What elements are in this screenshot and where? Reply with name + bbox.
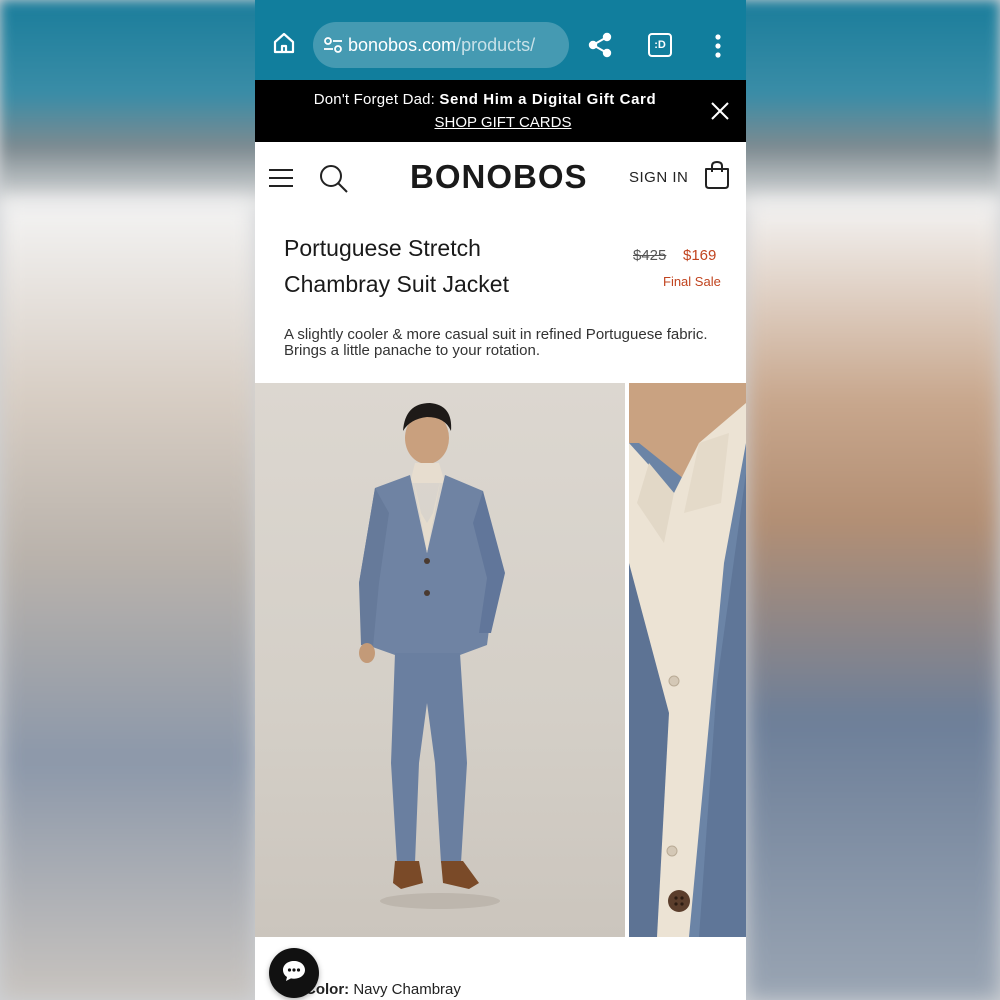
tab-badge: :D bbox=[654, 39, 666, 51]
browser-toolbar: bonobos.com/products/ :D bbox=[255, 0, 746, 80]
overflow-menu-icon[interactable] bbox=[708, 33, 728, 59]
product-image-main[interactable] bbox=[255, 383, 625, 937]
phone-screen: bonobos.com/products/ :D Don't Forget Da… bbox=[255, 0, 746, 1000]
original-price: $425 bbox=[633, 247, 667, 264]
product-title-line1: Portuguese Stretch bbox=[284, 235, 481, 261]
home-icon[interactable] bbox=[269, 28, 299, 58]
site-settings-icon[interactable] bbox=[323, 36, 343, 54]
url-domain: bonobos.com bbox=[348, 34, 457, 55]
search-icon[interactable] bbox=[319, 164, 349, 194]
color-selection: Color: Navy Chambray bbox=[305, 981, 461, 998]
address-bar[interactable]: bonobos.com/products/ bbox=[313, 22, 569, 68]
product-title: Portuguese Stretch Chambray Suit Jacket bbox=[284, 230, 574, 302]
url-text: bonobos.com/products/ bbox=[348, 35, 560, 56]
promo-text: Don't Forget Dad: Send Him a Digital Gif… bbox=[255, 91, 715, 108]
product-title-line2: Chambray Suit Jacket bbox=[284, 271, 509, 297]
site-header: BONOBOS SIGN IN bbox=[255, 142, 746, 214]
tab-switcher-icon[interactable]: :D bbox=[648, 33, 672, 57]
color-value: Navy Chambray bbox=[353, 981, 461, 998]
shopping-bag-icon[interactable] bbox=[704, 160, 730, 190]
product-description: A slightly cooler & more casual suit in … bbox=[284, 326, 708, 359]
promo-prefix: Don't Forget Dad: bbox=[313, 91, 440, 108]
bonobos-logo[interactable]: BONOBOS bbox=[410, 158, 588, 196]
chat-button[interactable] bbox=[269, 948, 319, 998]
sign-in-link[interactable]: SIGN IN bbox=[629, 169, 688, 186]
share-icon[interactable] bbox=[586, 31, 614, 59]
hamburger-menu-icon[interactable] bbox=[269, 168, 293, 188]
promo-highlight: Send Him a Digital Gift Card bbox=[439, 91, 657, 108]
product-image-detail[interactable] bbox=[629, 383, 746, 937]
close-icon[interactable] bbox=[709, 100, 731, 122]
final-sale-label: Final Sale bbox=[663, 274, 721, 289]
sale-price: $169 bbox=[683, 247, 717, 264]
chat-icon bbox=[282, 960, 306, 987]
promo-banner: Don't Forget Dad: Send Him a Digital Gif… bbox=[255, 80, 746, 142]
shop-gift-cards-link[interactable]: SHOP GIFT CARDS bbox=[255, 114, 746, 131]
url-path: /products/ bbox=[456, 34, 536, 55]
